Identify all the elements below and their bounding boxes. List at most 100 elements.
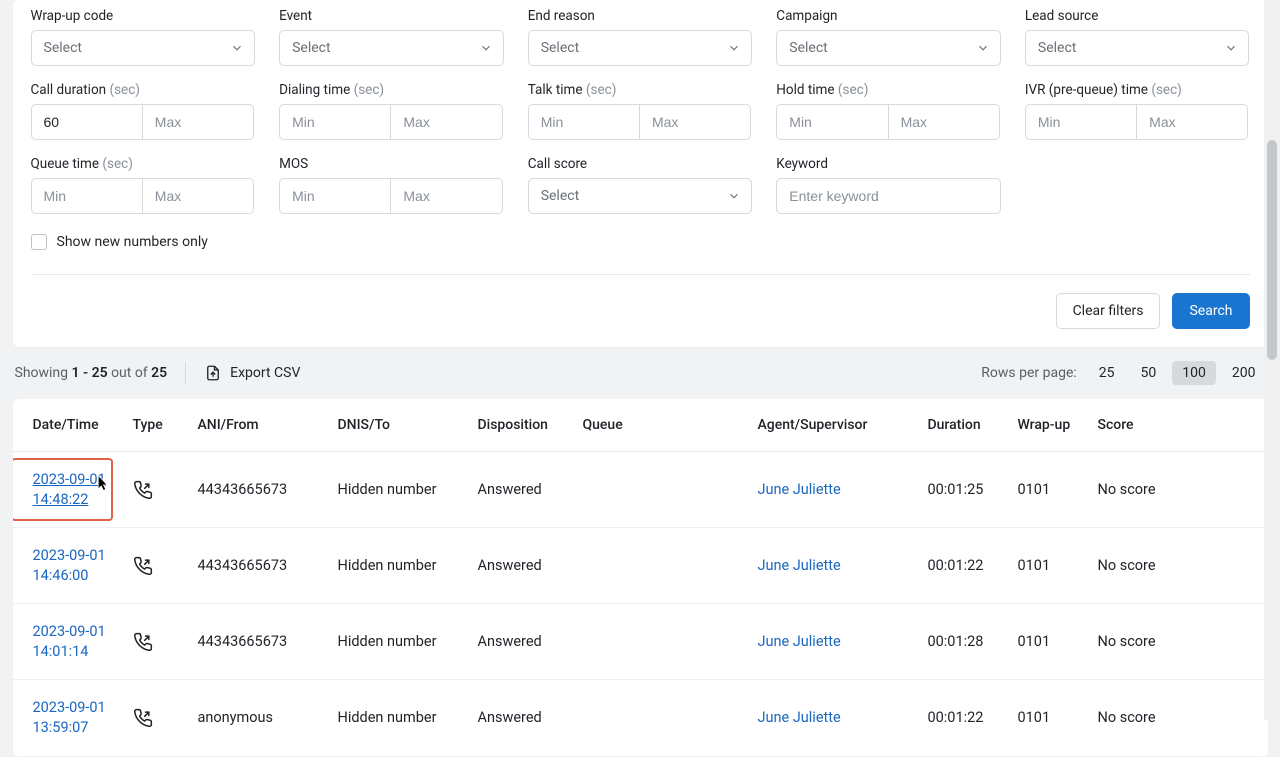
callscore-select[interactable]: Select [528, 178, 753, 214]
cell-score: No score [1088, 528, 1268, 604]
holdtime-max[interactable] [888, 104, 1000, 140]
label-callduration: Call duration (sec) [31, 82, 256, 98]
cell-wrapup: 0101 [1008, 680, 1088, 756]
chevron-down-icon [230, 41, 244, 55]
agent-link[interactable]: June Juliette [758, 481, 841, 498]
outbound-call-icon [133, 556, 178, 576]
queuetime-min[interactable] [31, 178, 143, 214]
col-disposition[interactable]: Disposition [468, 399, 573, 452]
cell-duration: 00:01:28 [918, 604, 1008, 680]
col-ani[interactable]: ANI/From [188, 399, 328, 452]
col-duration[interactable]: Duration [918, 399, 1008, 452]
rows-per-page-group: 2550100200 [1089, 361, 1266, 385]
cell-dnis: Hidden number [328, 452, 468, 528]
cell-wrapup: 0101 [1008, 452, 1088, 528]
agent-link[interactable]: June Juliette [758, 557, 841, 574]
label-leadsource: Lead source [1025, 8, 1250, 24]
cell-duration: 00:01:22 [918, 528, 1008, 604]
rows-per-page-200[interactable]: 200 [1222, 361, 1266, 385]
cell-dnis: Hidden number [328, 528, 468, 604]
agent-link[interactable]: June Juliette [758, 633, 841, 650]
results-table-panel: Date/Time Type ANI/From DNIS/To Disposit… [13, 399, 1268, 757]
dialingtime-max[interactable] [390, 104, 502, 140]
clear-filters-button[interactable]: Clear filters [1056, 293, 1161, 329]
checkbox-icon [31, 234, 47, 250]
cell-score: No score [1088, 680, 1268, 756]
results-count: Showing 1 - 25 out of 25 [15, 365, 168, 381]
label-event: Event [279, 8, 504, 24]
holdtime-min[interactable] [776, 104, 888, 140]
keyword-input[interactable] [776, 178, 1001, 214]
results-bar: Showing 1 - 25 out of 25 Export CSV Rows… [13, 361, 1268, 385]
cell-queue [573, 528, 748, 604]
datetime-link[interactable]: 2023-09-0113:59:07 [33, 699, 113, 737]
cell-disposition: Answered [468, 452, 573, 528]
cell-disposition: Answered [468, 604, 573, 680]
callduration-min[interactable] [31, 104, 143, 140]
cell-wrapup: 0101 [1008, 528, 1088, 604]
chevron-down-icon [727, 41, 741, 55]
rows-per-page-50[interactable]: 50 [1131, 361, 1167, 385]
cell-duration: 00:01:22 [918, 680, 1008, 756]
cell-queue [573, 604, 748, 680]
col-score[interactable]: Score [1088, 399, 1268, 452]
ivrtime-min[interactable] [1025, 104, 1137, 140]
cell-queue [573, 452, 748, 528]
talktime-max[interactable] [639, 104, 751, 140]
agent-link[interactable]: June Juliette [758, 709, 841, 726]
leadsource-select[interactable]: Select [1025, 30, 1250, 66]
label-mos: MOS [279, 156, 504, 172]
label-dialingtime: Dialing time (sec) [279, 82, 504, 98]
col-dnis[interactable]: DNIS/To [328, 399, 468, 452]
label-wrapup: Wrap-up code [31, 8, 256, 24]
scrollbar-thumb[interactable] [1267, 140, 1277, 360]
label-queuetime: Queue time (sec) [31, 156, 256, 172]
cell-disposition: Answered [468, 680, 573, 756]
wrapup-select[interactable]: Select [31, 30, 256, 66]
datetime-link[interactable]: 2023-09-0114:01:14 [33, 623, 113, 661]
event-select[interactable]: Select [279, 30, 504, 66]
table-row: 2023-09-0114:48:2244343665673Hidden numb… [13, 452, 1268, 528]
show-new-numbers-checkbox[interactable]: Show new numbers only [31, 234, 1250, 250]
rows-per-page-100[interactable]: 100 [1172, 361, 1216, 385]
label-campaign: Campaign [776, 8, 1001, 24]
col-wrapup[interactable]: Wrap-up [1008, 399, 1088, 452]
col-datetime[interactable]: Date/Time [13, 399, 123, 452]
search-button[interactable]: Search [1172, 293, 1249, 329]
label-ivrtime: IVR (pre-queue) time (sec) [1025, 82, 1250, 98]
label-holdtime: Hold time (sec) [776, 82, 1001, 98]
cell-wrapup: 0101 [1008, 604, 1088, 680]
cell-ani: anonymous [188, 680, 328, 756]
outbound-call-icon [133, 632, 178, 652]
queuetime-max[interactable] [142, 178, 254, 214]
outbound-call-icon [133, 708, 178, 728]
callduration-max[interactable] [142, 104, 254, 140]
ivrtime-max[interactable] [1136, 104, 1248, 140]
label-keyword: Keyword [776, 156, 1001, 172]
cell-dnis: Hidden number [328, 604, 468, 680]
table-row: 2023-09-0114:01:14 44343665673Hidden numb… [13, 604, 1268, 680]
export-icon [204, 364, 222, 382]
datetime-link[interactable]: 2023-09-0114:48:22 [33, 471, 113, 509]
outbound-call-icon [133, 480, 178, 500]
rows-per-page-25[interactable]: 25 [1089, 361, 1125, 385]
talktime-min[interactable] [528, 104, 640, 140]
dialingtime-min[interactable] [279, 104, 391, 140]
cell-dnis: Hidden number [328, 680, 468, 756]
filters-panel: Wrap-up code Select Event Select End rea… [13, 0, 1268, 347]
cell-ani: 44343665673 [188, 604, 328, 680]
cell-score: No score [1088, 452, 1268, 528]
export-csv-button[interactable]: Export CSV [204, 364, 300, 382]
col-type[interactable]: Type [123, 399, 188, 452]
scrollbar[interactable] [1264, 0, 1280, 720]
mos-min[interactable] [279, 178, 391, 214]
results-table: Date/Time Type ANI/From DNIS/To Disposit… [13, 399, 1268, 757]
chevron-down-icon [1224, 41, 1238, 55]
datetime-link[interactable]: 2023-09-0114:46:00 [33, 547, 113, 585]
campaign-select[interactable]: Select [776, 30, 1001, 66]
col-queue[interactable]: Queue [573, 399, 748, 452]
label-talktime: Talk time (sec) [528, 82, 753, 98]
endreason-select[interactable]: Select [528, 30, 753, 66]
col-agent[interactable]: Agent/Supervisor [748, 399, 918, 452]
mos-max[interactable] [390, 178, 502, 214]
